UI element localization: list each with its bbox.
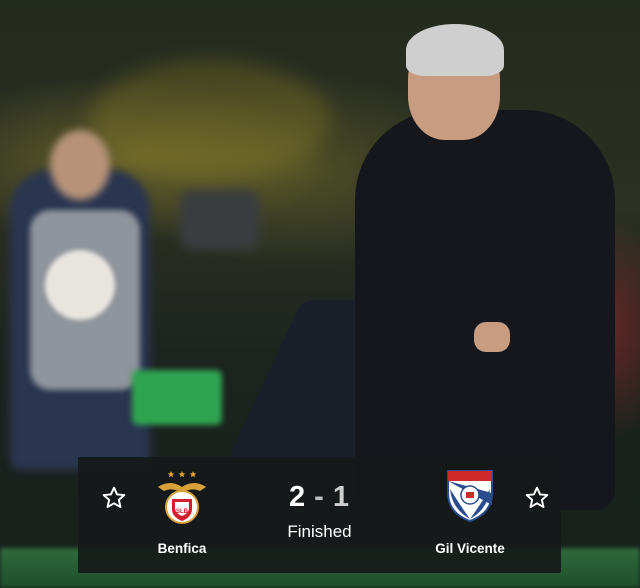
away-team-name: Gil Vicente (435, 541, 505, 556)
camera (180, 190, 260, 250)
away-score: 1 (332, 481, 350, 513)
steward-head (50, 130, 110, 200)
score-separator: - (314, 481, 325, 513)
gil-vicente-crest-icon (440, 465, 500, 525)
manager-coat (355, 110, 615, 510)
crowd-blur (90, 60, 330, 180)
green-sign (132, 370, 222, 425)
match-score-card[interactable]: SLB Benfica 2-1 Finished Gil Vicente (78, 457, 561, 573)
favorite-away-star-icon[interactable] (524, 485, 550, 511)
manager-hair (406, 24, 504, 76)
home-score: 2 (289, 481, 307, 513)
home-team-name: Benfica (157, 541, 207, 556)
football (45, 250, 115, 320)
manager-hand (474, 322, 510, 352)
